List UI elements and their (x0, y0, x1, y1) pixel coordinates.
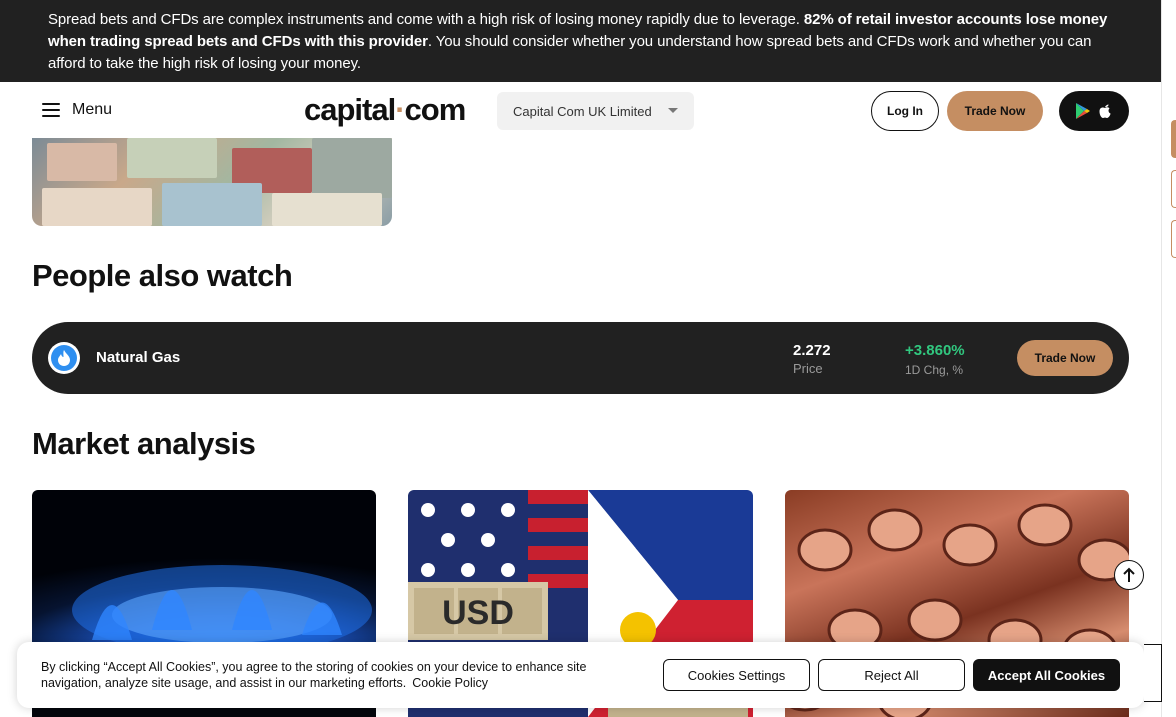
entity-select-value: Capital Com UK Limited (513, 103, 652, 119)
logo-text-left: capital (304, 92, 396, 127)
entity-select[interactable]: Capital Com UK Limited (497, 92, 694, 130)
change-label: 1D Chg, % (905, 363, 964, 377)
instrument-change: +3.860% (905, 342, 965, 359)
risk-warning-text: Spread bets and CFDs are complex instrum… (48, 11, 804, 28)
scroll-to-top-button[interactable] (1114, 560, 1144, 590)
reject-all-button[interactable]: Reject All (818, 659, 965, 691)
login-button[interactable]: Log In (871, 91, 939, 131)
risk-warning-banner: Spread bets and CFDs are complex instrum… (0, 0, 1161, 82)
side-tab-3[interactable] (1171, 220, 1176, 258)
logo-dot: · (395, 92, 405, 127)
accept-all-cookies-button[interactable]: Accept All Cookies (973, 659, 1120, 691)
cookie-consent-banner: By clicking “Accept All Cookies”, you ag… (17, 642, 1144, 708)
watch-trade-now-button[interactable]: Trade Now (1017, 340, 1113, 376)
google-play-icon (1076, 103, 1090, 119)
trade-now-button[interactable]: Trade Now (947, 91, 1043, 131)
arrow-up-icon (1123, 567, 1135, 582)
cookie-consent-text: By clicking “Accept All Cookies”, you ag… (41, 659, 641, 691)
side-tab-2[interactable] (1171, 170, 1176, 208)
top-navigation: Menu capital·com Capital Com UK Limited … (0, 82, 1161, 138)
menu-label: Menu (72, 101, 113, 118)
watch-row-natural-gas[interactable]: Natural Gas 2.272 Price +3.860% 1D Chg, … (32, 322, 1129, 394)
right-edge-panel (1161, 0, 1176, 717)
cookie-message: By clicking “Accept All Cookies”, you ag… (41, 660, 587, 690)
price-label: Price (793, 361, 823, 376)
app-download-button[interactable] (1059, 91, 1129, 131)
menu-button[interactable]: Menu (42, 101, 112, 119)
natural-gas-icon (48, 342, 80, 374)
cookies-settings-button[interactable]: Cookies Settings (663, 659, 810, 691)
flame-icon (58, 350, 70, 366)
capital-com-logo[interactable]: capital·com (304, 92, 467, 128)
people-also-watch-heading: People also watch (32, 258, 293, 293)
side-widget-frame (1144, 644, 1162, 702)
market-analysis-heading: Market analysis (32, 426, 256, 461)
chevron-down-icon (668, 108, 678, 113)
hamburger-icon (42, 103, 60, 117)
cookie-policy-link[interactable]: Cookie Policy (412, 676, 488, 690)
usd-block-letters: USD (442, 594, 514, 632)
currency-banknotes-image[interactable] (32, 138, 392, 226)
instrument-name: Natural Gas (96, 349, 181, 366)
side-tab-1[interactable] (1171, 120, 1176, 158)
logo-text-right: com (404, 92, 467, 127)
apple-icon (1099, 104, 1111, 118)
instrument-price: 2.272 (793, 342, 831, 359)
